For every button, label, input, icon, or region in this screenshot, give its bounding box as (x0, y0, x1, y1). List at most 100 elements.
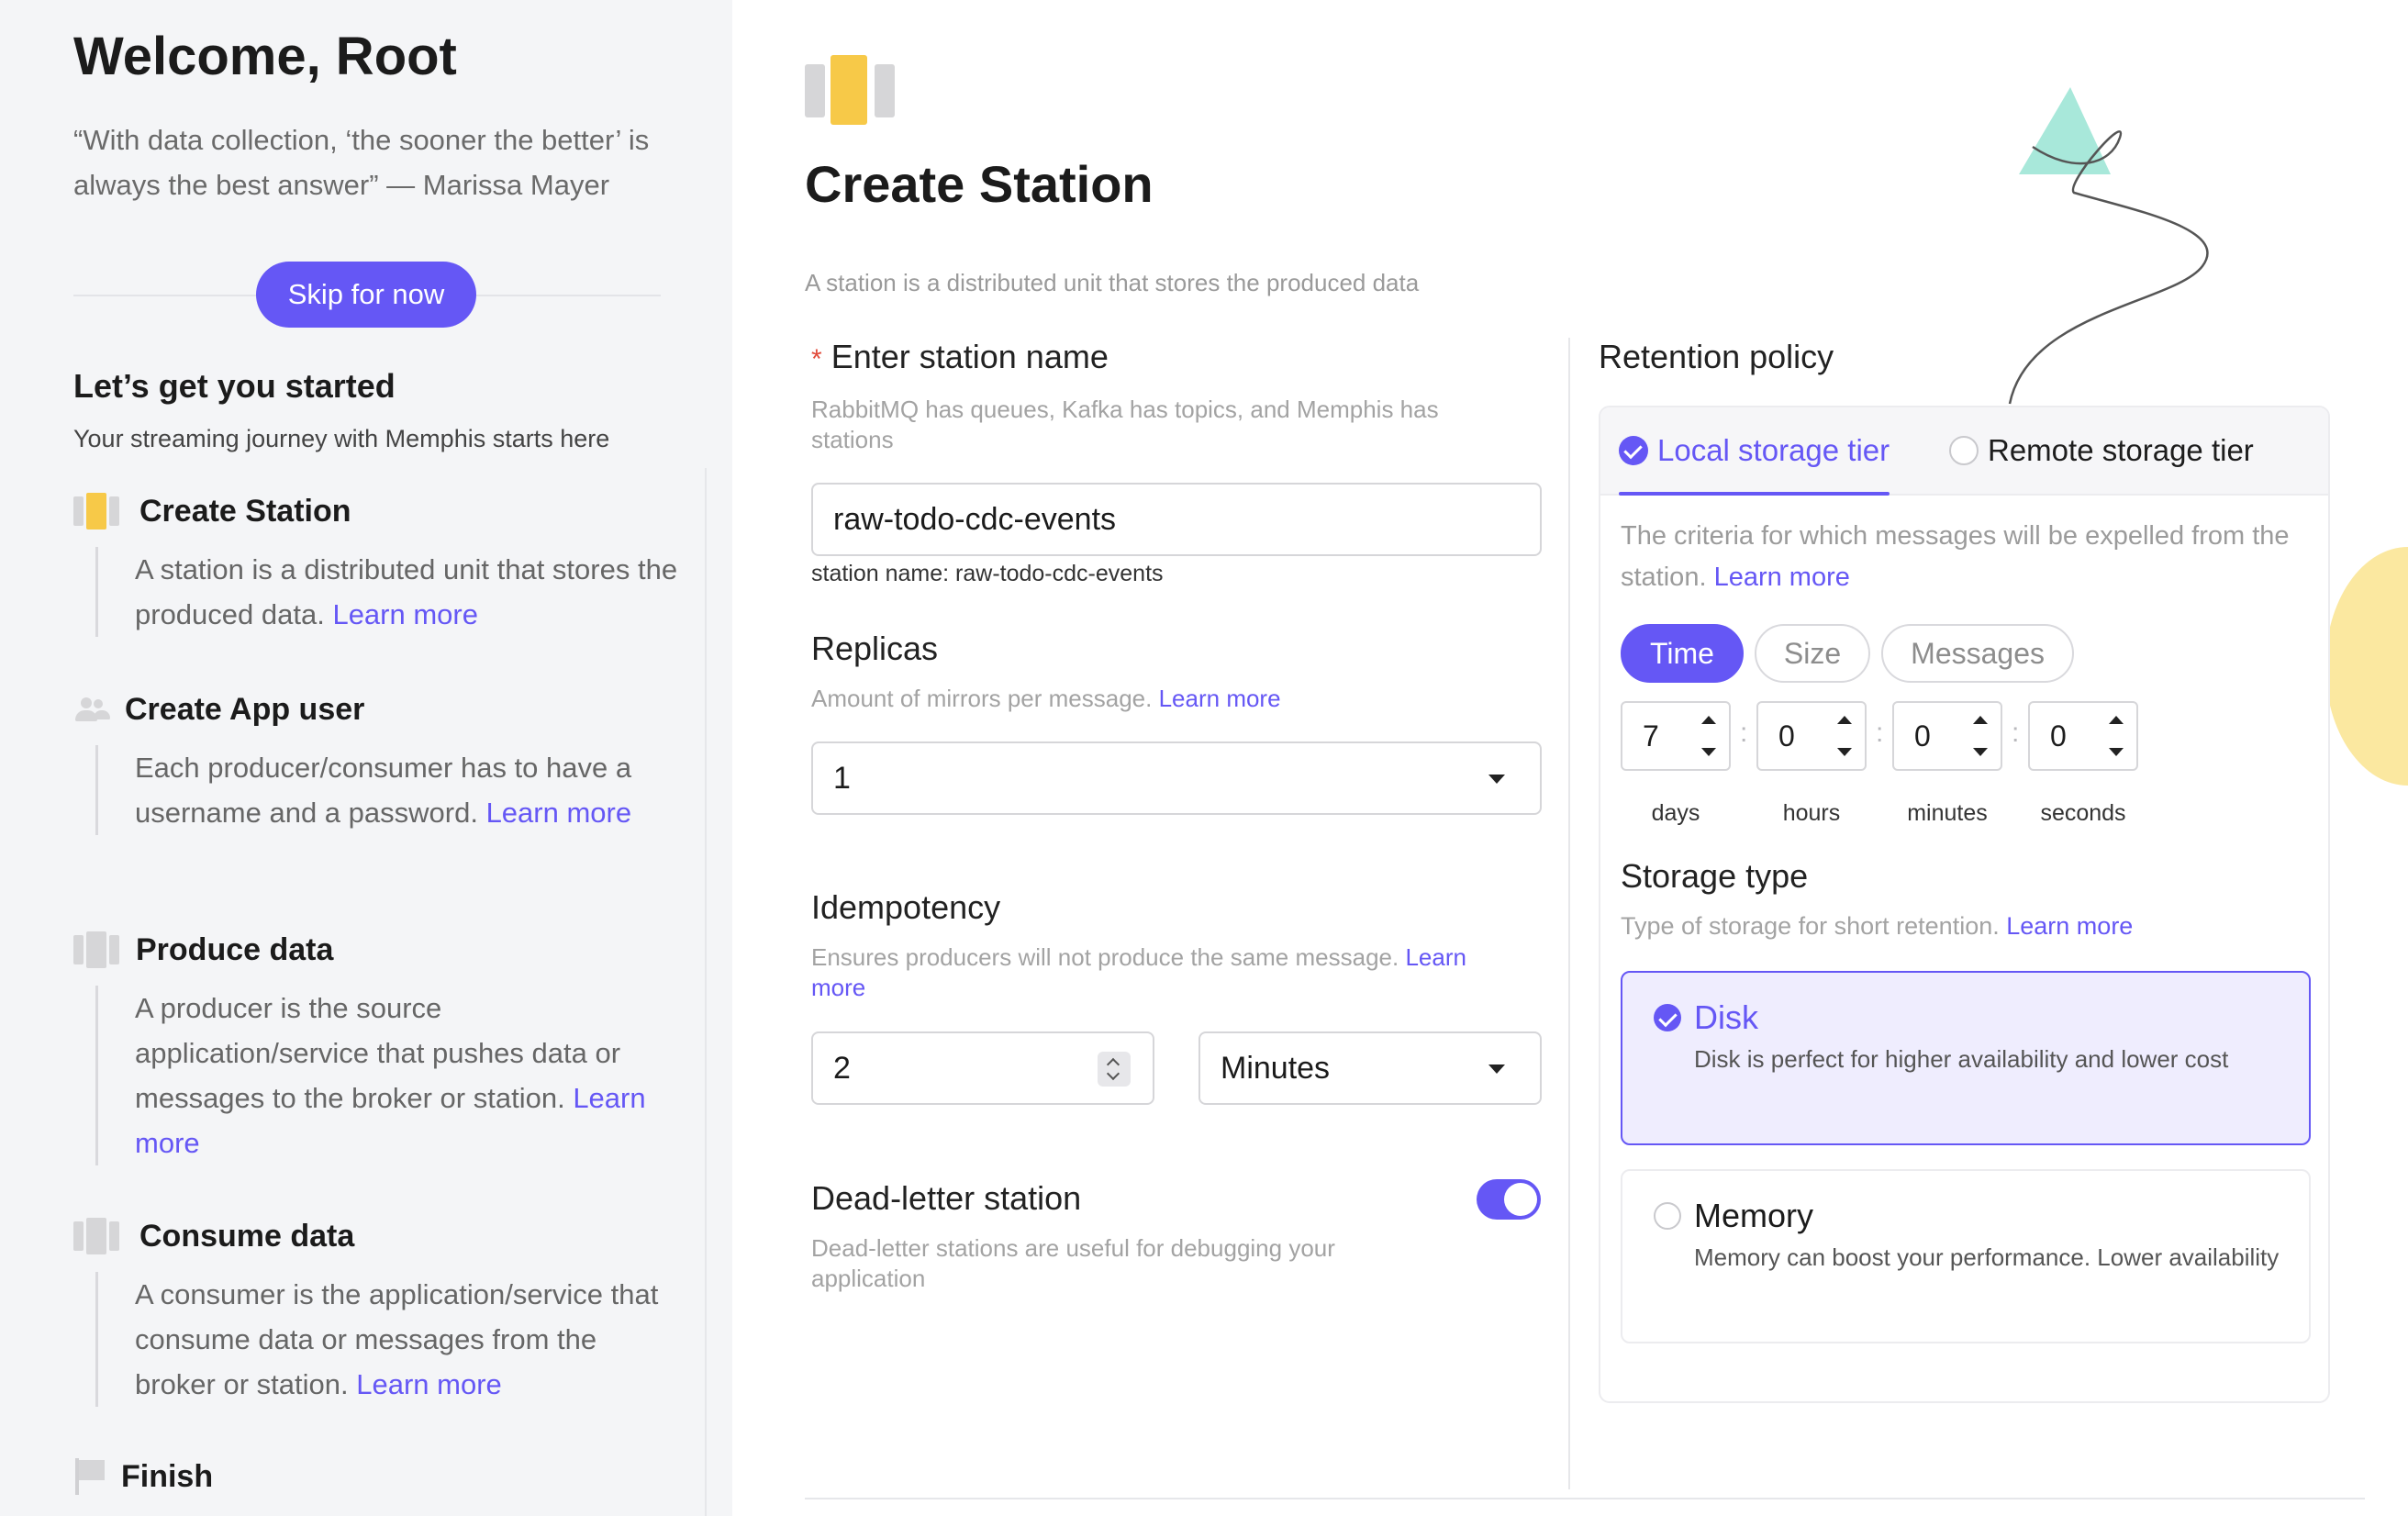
step-create-app-user[interactable]: Create App user Each producer/consumer h… (73, 686, 683, 835)
arrow-down-icon[interactable] (1973, 748, 1988, 756)
time-separator: : (2012, 718, 2020, 748)
learn-more-link[interactable]: Learn more (486, 797, 632, 829)
welcome-title: Welcome, Root (73, 27, 457, 86)
minutes-value: 0 (1914, 719, 1931, 752)
arrow-up-icon[interactable] (1837, 716, 1852, 724)
step-title: Create App user (125, 691, 365, 727)
dead-letter-hint: Dead-letter stations are useful for debu… (811, 1234, 1335, 1292)
replicas-select[interactable]: 1 (811, 741, 1542, 815)
days-value: 7 (1643, 719, 1659, 752)
step-consume-data[interactable]: Consume data A consumer is the applicati… (73, 1213, 683, 1407)
tab-local-storage-tier[interactable]: Local storage tier (1619, 433, 1890, 496)
storage-option-label: Disk (1694, 998, 1758, 1036)
page-subtitle: A station is a distributed unit that sto… (805, 269, 1420, 296)
storage-type-hint-text: Type of storage for short retention. (1621, 912, 2000, 940)
active-tab-indicator (1619, 492, 1890, 496)
skip-button[interactable]: Skip for now (256, 262, 476, 328)
sidebar-scroll-divider (705, 468, 707, 1516)
station-name-value: raw-todo-cdc-events (833, 501, 1117, 537)
seconds-input[interactable]: 0 (2028, 701, 2138, 771)
arrow-up-icon[interactable] (1973, 716, 1988, 724)
tab-label: Remote storage tier (1988, 433, 2254, 467)
chevron-down-icon (1488, 775, 1505, 784)
step-description: Each producer/consumer has to have a use… (95, 745, 683, 835)
arrow-down-icon[interactable] (2109, 748, 2124, 756)
tab-remote-storage-tier[interactable]: Remote storage tier (1949, 433, 2254, 468)
pill-time[interactable]: Time (1621, 624, 1744, 683)
station-name-label: * Enter station name (811, 338, 1109, 376)
idempotency-unit-select[interactable]: Minutes (1198, 1031, 1542, 1105)
storage-option-disk[interactable]: Disk Disk is perfect for higher availabi… (1621, 971, 2311, 1145)
step-text: A producer is the source application/ser… (135, 992, 621, 1114)
learn-more-link[interactable]: Learn more (1159, 685, 1281, 712)
seconds-value: 0 (2050, 719, 2067, 752)
station-name-input[interactable]: raw-todo-cdc-events (811, 483, 1542, 556)
storage-option-description: Disk is perfect for higher availability … (1694, 1045, 2229, 1073)
step-create-station[interactable]: Create Station A station is a distribute… (73, 488, 683, 637)
step-finish[interactable]: Finish (73, 1454, 213, 1499)
step-description: A producer is the source application/ser… (95, 986, 683, 1165)
idempotency-value: 2 (833, 1050, 851, 1086)
radio-icon (1654, 1202, 1681, 1230)
days-input[interactable]: 7 (1621, 701, 1731, 771)
storage-option-memory[interactable]: Memory Memory can boost your performance… (1621, 1169, 2311, 1343)
check-circle-icon (1654, 1004, 1681, 1031)
arrow-down-icon[interactable] (1837, 748, 1852, 756)
toggle-knob (1504, 1183, 1537, 1216)
step-description: A station is a distributed unit that sto… (95, 547, 683, 637)
decorative-yellow-circle (2325, 547, 2408, 786)
station-name-preview: station name: raw-todo-cdc-events (811, 561, 1164, 586)
arrow-down-icon[interactable] (1701, 748, 1716, 756)
replicas-hint-text: Amount of mirrors per message. (811, 685, 1153, 712)
days-label: days (1651, 800, 1700, 826)
time-separator: : (1740, 718, 1748, 748)
station-icon (73, 493, 119, 529)
retention-policy-title: Retention policy (1599, 338, 1834, 375)
footer-divider (805, 1498, 2365, 1499)
pill-messages[interactable]: Messages (1881, 624, 2075, 683)
idempotency-hint: Ensures producers will not produce the s… (811, 942, 1527, 1003)
pill-size[interactable]: Size (1754, 624, 1871, 683)
storage-type-hint: Type of storage for short retention. Lea… (1621, 912, 2133, 941)
learn-more-link[interactable]: Learn more (1714, 563, 1850, 592)
storage-option-label: Memory (1694, 1197, 1814, 1234)
replicas-value: 1 (833, 760, 851, 796)
getting-started-subtitle: Your streaming journey with Memphis star… (73, 425, 610, 452)
step-title: Finish (121, 1458, 214, 1494)
check-circle-icon (1619, 436, 1648, 465)
dead-letter-toggle[interactable] (1477, 1179, 1541, 1220)
hours-value: 0 (1778, 719, 1795, 752)
users-icon (73, 696, 110, 723)
learn-more-link[interactable]: Learn more (2006, 912, 2133, 940)
retention-panel: Local storage tier Remote storage tier T… (1599, 406, 2330, 1403)
step-title: Produce data (136, 931, 334, 967)
learn-more-link[interactable]: Learn more (332, 598, 478, 630)
storage-type-title: Storage type (1621, 857, 1809, 895)
onboarding-sidebar: Welcome, Root “With data collection, ‘th… (0, 0, 732, 1516)
idempotency-label: Idempotency (811, 888, 1001, 926)
hours-label: hours (1782, 800, 1841, 826)
time-separator: : (1876, 718, 1884, 748)
step-title: Consume data (139, 1218, 355, 1254)
step-produce-data[interactable]: Produce data A producer is the source ap… (73, 927, 683, 1165)
column-divider (1568, 338, 1570, 1489)
retention-mode-pills: Time Size Messages (1621, 624, 2075, 683)
arrow-up-icon[interactable] (1701, 716, 1716, 724)
minutes-input[interactable]: 0 (1892, 701, 2002, 771)
hours-input[interactable]: 0 (1756, 701, 1867, 771)
storage-option-description: Memory can boost your performance. Lower… (1694, 1243, 2280, 1271)
idempotency-unit-value: Minutes (1221, 1050, 1331, 1086)
idempotency-hint-text: Ensures producers will not produce the s… (811, 943, 1399, 971)
decorative-triangle-curve (2008, 87, 2209, 405)
storage-option-head: Disk (1654, 998, 1758, 1037)
arrow-up-icon[interactable] (2109, 716, 2124, 724)
step-description: A consumer is the application/service th… (95, 1272, 683, 1407)
learn-more-link[interactable]: Learn more (356, 1368, 502, 1400)
getting-started-title: Let’s get you started (73, 367, 396, 405)
step-title: Create Station (139, 493, 351, 529)
stepper-icon[interactable] (1098, 1052, 1131, 1087)
station-logo-icon (805, 55, 895, 125)
station-name-hint: RabbitMQ has queues, Kafka has topics, a… (811, 396, 1439, 453)
idempotency-number-input[interactable]: 2 (811, 1031, 1154, 1105)
consumer-icon (73, 1218, 119, 1254)
